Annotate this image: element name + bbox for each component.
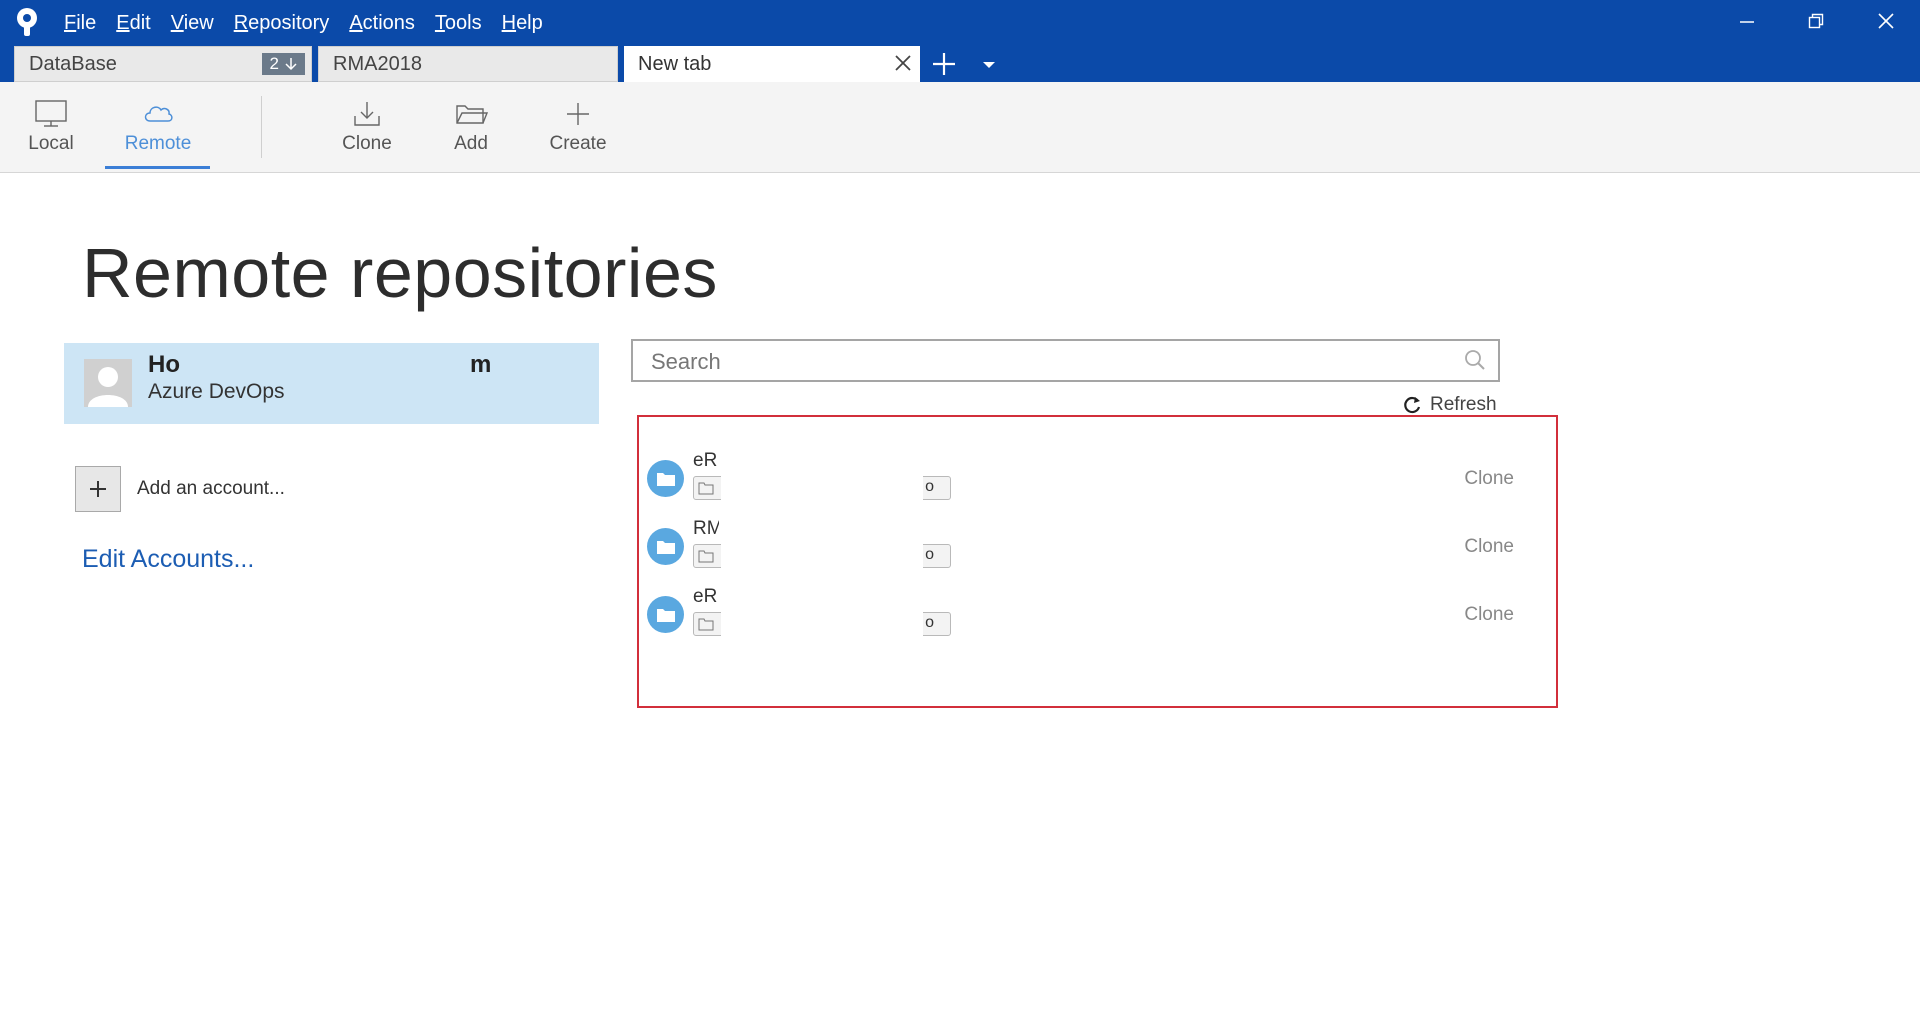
folder-icon <box>698 550 714 563</box>
edit-accounts-link[interactable]: Edit Accounts... <box>82 545 254 574</box>
redacted-area <box>721 543 923 569</box>
repo-path: o <box>693 611 951 637</box>
arrow-down-icon <box>285 58 297 71</box>
add-account-button[interactable] <box>75 466 121 512</box>
menu-repository[interactable]: Repository <box>234 8 340 40</box>
close-tab-icon[interactable] <box>892 52 914 74</box>
account-provider: Azure DevOps <box>148 380 285 403</box>
close-window-button[interactable] <box>1866 6 1906 36</box>
menu-tools[interactable]: Tools <box>435 8 492 40</box>
tab-database[interactable]: DataBase 2 <box>14 46 312 82</box>
create-button[interactable]: Create <box>540 82 616 172</box>
menu-file[interactable]: File <box>64 8 106 40</box>
list-item[interactable]: eRI o Clone <box>647 450 1552 506</box>
account-name: Ho m <box>148 351 492 378</box>
active-tab-indicator <box>105 166 210 169</box>
folder-icon <box>698 618 714 631</box>
repository-list: eRI o Clone RM o Clone eRI o Clone <box>637 415 1558 708</box>
add-tab-icon[interactable] <box>930 50 958 78</box>
search-icon <box>1465 350 1485 370</box>
pull-count-badge: 2 <box>261 53 305 75</box>
title-bar: File Edit View Repository Actions Tools … <box>0 0 1920 82</box>
clone-link[interactable]: Clone <box>1464 468 1514 490</box>
monitor-icon <box>35 100 67 127</box>
list-item[interactable]: eRI o Clone <box>647 586 1552 642</box>
list-item[interactable]: RM o Clone <box>647 518 1552 574</box>
sourcetree-logo-icon <box>17 8 37 36</box>
open-folder-icon <box>456 105 488 124</box>
close-icon <box>1878 13 1894 29</box>
tab-label: RMA2018 <box>333 52 422 75</box>
toolbar-divider <box>261 96 262 158</box>
plus-icon <box>90 481 106 497</box>
add-button[interactable]: Add <box>436 82 506 172</box>
refresh-icon <box>1404 396 1421 414</box>
menu-edit[interactable]: Edit <box>116 8 160 40</box>
page-title: Remote repositories <box>82 234 718 312</box>
clone-link[interactable]: Clone <box>1464 604 1514 626</box>
menu-help[interactable]: Help <box>502 8 553 40</box>
clone-button[interactable]: Clone <box>332 82 402 172</box>
local-button[interactable]: Local <box>18 82 84 172</box>
repo-folder-icon <box>647 596 684 633</box>
repo-path: o <box>693 475 951 501</box>
tab-new[interactable]: New tab <box>624 46 920 82</box>
minimize-icon <box>1740 21 1754 23</box>
repo-folder-icon <box>647 528 684 565</box>
restore-button[interactable] <box>1796 6 1836 36</box>
folder-icon <box>698 482 714 495</box>
tab-label: DataBase <box>29 52 117 75</box>
remote-button[interactable]: Remote <box>106 82 210 172</box>
cloud-icon <box>144 106 173 122</box>
tab-rma2018[interactable]: RMA2018 <box>318 46 618 82</box>
tab-menu-chevron-down-icon[interactable] <box>978 54 1000 74</box>
repo-folder-icon <box>647 460 684 497</box>
redacted-area <box>721 475 923 501</box>
toolbar: Local Remote Clone Add Create <box>0 82 1920 173</box>
download-icon <box>354 102 380 126</box>
menu-bar: File Edit View Repository Actions Tools … <box>64 8 563 40</box>
menu-actions[interactable]: Actions <box>349 8 425 40</box>
menu-view[interactable]: View <box>171 8 224 40</box>
repo-path: o <box>693 543 951 569</box>
avatar <box>84 359 132 407</box>
search-input[interactable] <box>633 341 1453 382</box>
plus-icon <box>567 103 589 125</box>
repo-name: eRI <box>693 586 719 607</box>
repo-name: eRI <box>693 450 719 471</box>
account-item[interactable]: Ho m Azure DevOps <box>64 343 599 424</box>
minimize-button[interactable] <box>1727 6 1767 36</box>
refresh-button[interactable]: Refresh <box>1402 394 1497 416</box>
redacted-area <box>721 611 923 637</box>
tab-label: New tab <box>638 52 712 75</box>
add-account-label[interactable]: Add an account... <box>137 478 285 500</box>
user-placeholder-icon <box>88 367 128 407</box>
clone-link[interactable]: Clone <box>1464 536 1514 558</box>
repo-name: RM <box>693 518 719 539</box>
search-box <box>631 339 1500 382</box>
restore-icon <box>1808 13 1824 29</box>
